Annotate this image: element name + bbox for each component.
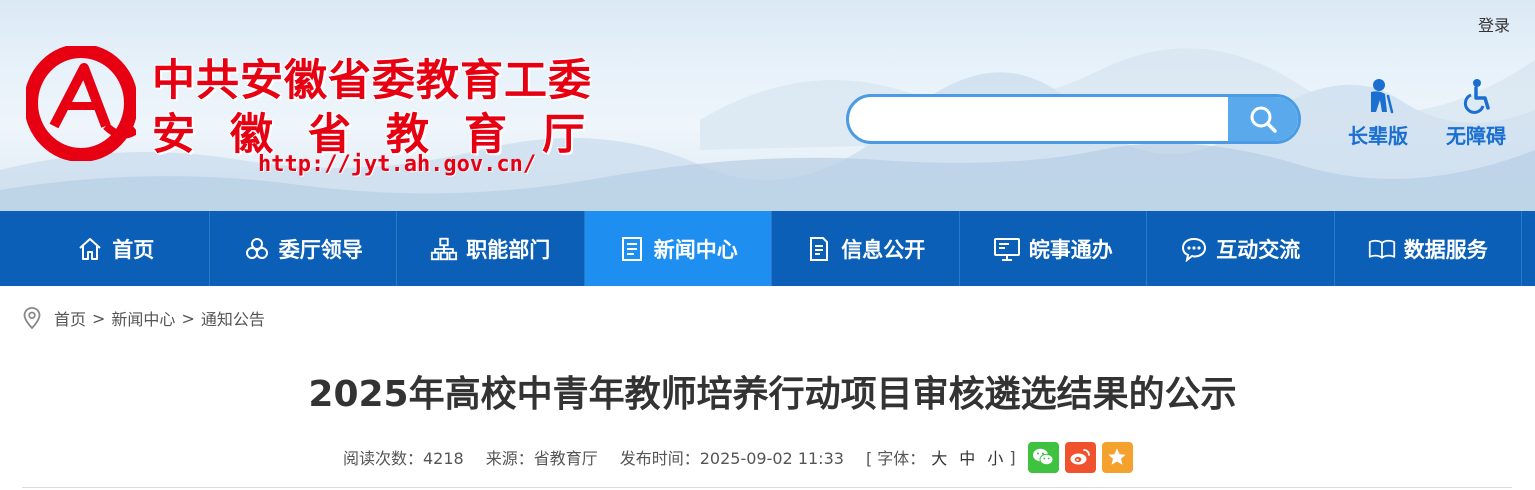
publish-time: 发布时间：2025-09-02 11:33: [619, 449, 844, 468]
search-button[interactable]: [1228, 97, 1298, 141]
logo-emblem-icon: [24, 44, 139, 165]
nav-label: 职能部门: [466, 237, 551, 262]
people-icon: [243, 235, 271, 263]
nav-item-disclosure[interactable]: 信息公开: [772, 211, 960, 286]
logo-url: http://jyt.ah.gov.cn/: [258, 152, 537, 177]
elder-mode-label: 长辈版: [1348, 124, 1408, 148]
font-medium-button[interactable]: 中: [959, 445, 975, 469]
location-pin-icon: [22, 306, 42, 330]
site-header: 登录 中共安徽省委教育工委 安徽省教育厅 http://jyt.ah.gov.c…: [0, 0, 1535, 211]
nav-label: 新闻中心: [653, 237, 738, 262]
article-source: 来源：省教育厅: [485, 449, 598, 468]
search-icon: [1250, 106, 1277, 133]
nav-item-news[interactable]: 新闻中心: [584, 211, 772, 286]
breadcrumb-home[interactable]: 首页: [54, 306, 86, 330]
nav-item-leaders[interactable]: 委厅领导: [210, 211, 397, 286]
accessibility-label: 无障碍: [1446, 124, 1506, 148]
file-list-icon: [805, 235, 833, 263]
elder-mode-button[interactable]: 长辈版: [1338, 78, 1418, 149]
nav-item-services[interactable]: 皖事通办: [960, 211, 1147, 286]
chat-icon: [1180, 235, 1208, 263]
nav-label: 数据服务: [1403, 237, 1488, 262]
accessibility-button[interactable]: 无障碍: [1436, 78, 1516, 149]
nav-item-interaction[interactable]: 互动交流: [1147, 211, 1335, 286]
search-box: [846, 94, 1301, 144]
font-size-suffix: ]: [1009, 447, 1016, 467]
font-size-prefix: [ 字体：: [865, 449, 926, 468]
search-input[interactable]: [849, 97, 1232, 141]
nav-item-departments[interactable]: 职能部门: [397, 211, 585, 286]
org-chart-icon: [430, 235, 458, 263]
view-count: 阅读次数：4218: [343, 449, 464, 468]
breadcrumb-separator: >: [181, 308, 195, 328]
monitor-icon: [993, 235, 1021, 263]
breadcrumb-news[interactable]: 新闻中心: [111, 306, 175, 330]
font-small-button[interactable]: 小: [987, 445, 1003, 469]
logo-line-1: 中共安徽省委教育工委: [152, 56, 592, 106]
nav-label: 首页: [112, 237, 155, 262]
nav-item-data[interactable]: 数据服务: [1335, 211, 1522, 286]
breadcrumb-notices[interactable]: 通知公告: [201, 306, 265, 330]
article-title: 2025年高校中青年教师培养行动项目审核遴选结果的公示: [308, 374, 1237, 415]
breadcrumb: 首页 > 新闻中心 > 通知公告: [22, 305, 265, 331]
nav-label: 皖事通办: [1028, 237, 1113, 262]
home-icon: [76, 235, 104, 263]
book-icon: [1368, 235, 1396, 263]
breadcrumb-separator: >: [92, 308, 106, 328]
favorite-button[interactable]: [1101, 441, 1133, 473]
nav-label: 互动交流: [1216, 237, 1301, 262]
main-nav: 首页 委厅领导 职能部门 新闻中心 信息公开 皖事通办 互动交流 数据服务: [0, 211, 1535, 286]
divider: [22, 487, 1512, 488]
document-icon: [618, 235, 646, 263]
nav-label: 委厅领导: [278, 237, 363, 262]
font-size-control: [ 字体： 大 中 小 ]: [866, 445, 1016, 469]
nav-item-home[interactable]: 首页: [22, 211, 210, 286]
article-meta: 阅读次数：4218 来源：省教育厅 发布时间：2025-09-02 11:33 …: [343, 441, 1139, 473]
nav-label: 信息公开: [841, 237, 926, 262]
share-wechat-button[interactable]: [1027, 441, 1059, 473]
elder-icon: [1371, 79, 1394, 114]
wheelchair-icon: [1463, 79, 1490, 114]
share-weibo-button[interactable]: [1064, 441, 1096, 473]
login-link[interactable]: 登录: [1478, 12, 1510, 36]
weibo-icon: [1070, 449, 1090, 465]
wechat-icon: [1033, 448, 1054, 466]
font-large-button[interactable]: 大: [931, 445, 947, 469]
star-icon: [1108, 448, 1126, 465]
